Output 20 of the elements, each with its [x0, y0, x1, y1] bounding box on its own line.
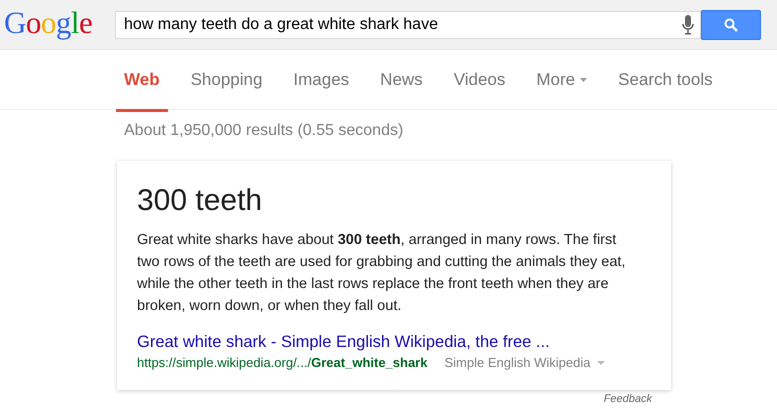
search-tab[interactable]: Images: [285, 50, 358, 112]
source-name: Simple English Wikipedia: [444, 355, 590, 370]
microphone-icon[interactable]: [682, 14, 694, 34]
google-logo[interactable]: Google: [4, 4, 115, 40]
answer-title: 300 teeth: [137, 183, 264, 219]
answer-text: Great white sharks have about 300 teeth, arranged in many rows. The first two rows of the teeth are used for grabbing and cutting the animals they eat, while the other teeth in the last rows replace the front teeth when they are broken, worn down, or when they fall out.: [137, 231, 626, 316]
search-field[interactable]: how many teeth do a great white shark have: [115, 10, 701, 38]
result-stats: About 1,950,000 results (0.55 seconds): [123, 121, 404, 141]
search-tab[interactable]: Web: [116, 50, 168, 112]
search-tab[interactable]: Search tools: [610, 50, 721, 112]
result-link[interactable]: Great white shark - Simple English Wikipedia, the free ...: [137, 333, 651, 352]
search-tab[interactable]: Shopping: [182, 50, 270, 112]
feedback-link[interactable]: Feedback: [604, 393, 652, 405]
caret-icon: [580, 78, 588, 82]
search-tab[interactable]: More: [528, 50, 596, 112]
search-tab[interactable]: Videos: [446, 50, 514, 112]
search-button[interactable]: [701, 10, 761, 40]
result-url: https://simple.wikipedia.org/.../Great_white_shark: [137, 355, 428, 370]
search-icon: [724, 18, 738, 32]
search-tab[interactable]: News: [372, 50, 431, 112]
